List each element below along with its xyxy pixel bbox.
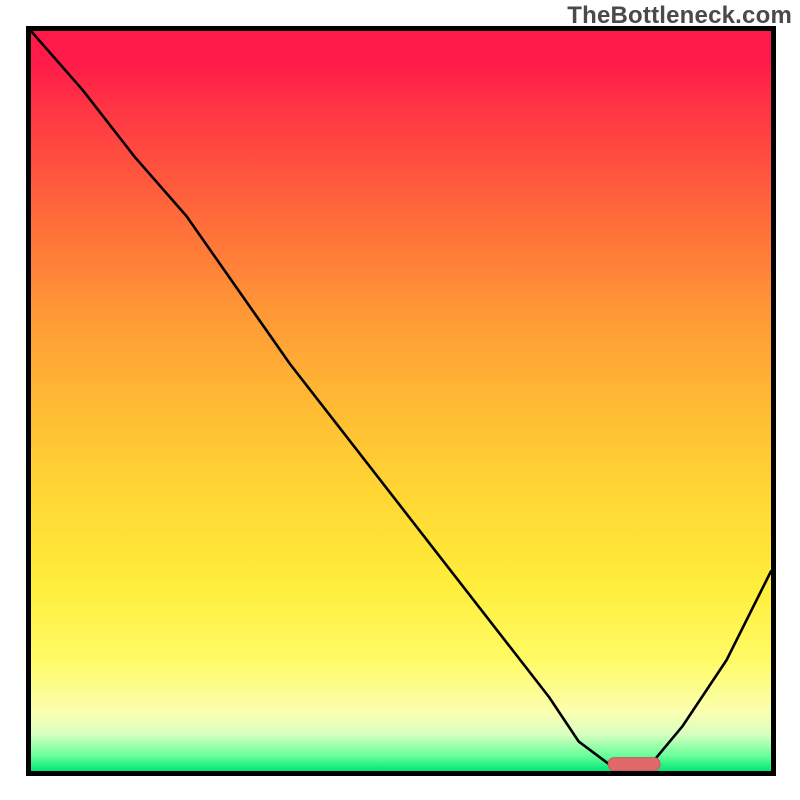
bottleneck-curve: [31, 31, 771, 771]
plot-area: [26, 26, 776, 776]
chart-svg: [31, 31, 771, 771]
optimal-range-marker: [608, 758, 660, 771]
chart-frame: TheBottleneck.com: [0, 0, 800, 800]
